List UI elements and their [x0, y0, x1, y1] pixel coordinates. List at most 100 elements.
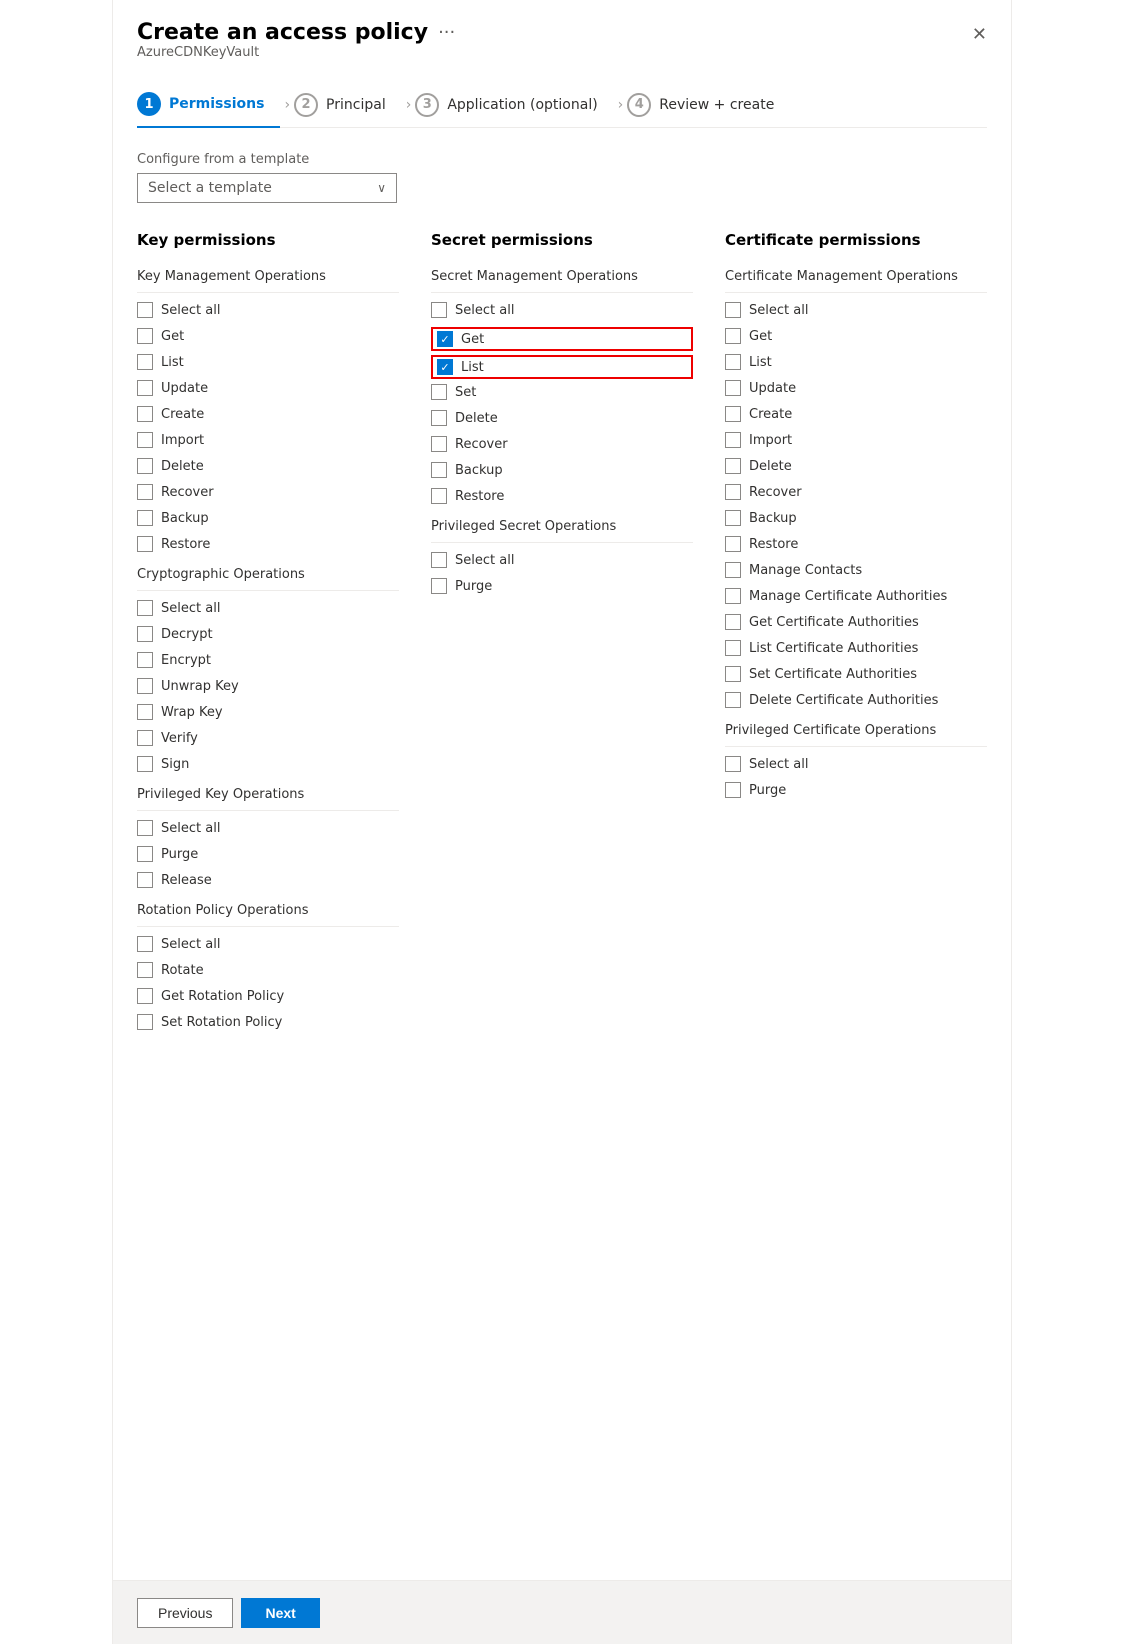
key-create-checkbox[interactable]: [137, 406, 153, 422]
crypto-encrypt-checkbox[interactable]: [137, 652, 153, 668]
key-list-checkbox[interactable]: [137, 354, 153, 370]
close-button[interactable]: ✕: [972, 24, 987, 45]
sec-delete-checkbox[interactable]: [431, 410, 447, 426]
step-principal[interactable]: 2 Principal: [294, 83, 402, 127]
cert-select-all-checkbox[interactable]: [725, 302, 741, 318]
sec-get-checkbox[interactable]: [437, 331, 453, 347]
cert-update-checkbox[interactable]: [725, 380, 741, 396]
priv-sec-purge-checkbox[interactable]: [431, 578, 447, 594]
priv-key-select-all-row: Select all: [137, 819, 399, 837]
rot-set-policy-row: Set Rotation Policy: [137, 1013, 399, 1031]
cert-get-ca-checkbox[interactable]: [725, 614, 741, 630]
cert-import-checkbox[interactable]: [725, 432, 741, 448]
priv-sec-select-all-row: Select all: [431, 551, 693, 569]
key-select-all-row: Select all: [137, 301, 399, 319]
key-restore-checkbox[interactable]: [137, 536, 153, 552]
priv-key-purge-label: Purge: [161, 847, 198, 862]
cert-list-ca-label: List Certificate Authorities: [749, 641, 918, 656]
crypto-decrypt-checkbox[interactable]: [137, 626, 153, 642]
step-application[interactable]: 3 Application (optional): [415, 83, 613, 127]
step-4-label: Review + create: [659, 97, 774, 113]
rot-select-all-checkbox[interactable]: [137, 936, 153, 952]
cert-list-ca-checkbox[interactable]: [725, 640, 741, 656]
step-permissions[interactable]: 1 Permissions: [137, 82, 280, 128]
sec-set-row: Set: [431, 383, 693, 401]
cert-create-checkbox[interactable]: [725, 406, 741, 422]
cert-manage-ca-checkbox[interactable]: [725, 588, 741, 604]
priv-sec-select-all-checkbox[interactable]: [431, 552, 447, 568]
priv-key-purge-checkbox[interactable]: [137, 846, 153, 862]
priv-key-release-checkbox[interactable]: [137, 872, 153, 888]
sec-restore-checkbox[interactable]: [431, 488, 447, 504]
cert-permissions-title: Certificate permissions: [725, 231, 987, 255]
cert-manage-contacts-checkbox[interactable]: [725, 562, 741, 578]
crypto-select-all-checkbox[interactable]: [137, 600, 153, 616]
template-dropdown[interactable]: Select a template ∨: [137, 173, 397, 203]
key-recover-checkbox[interactable]: [137, 484, 153, 500]
priv-sec-purge-row: Purge: [431, 577, 693, 595]
crypto-wrap-checkbox[interactable]: [137, 704, 153, 720]
step-review[interactable]: 4 Review + create: [627, 83, 790, 127]
cert-update-label: Update: [749, 381, 796, 396]
crypto-verify-checkbox[interactable]: [137, 730, 153, 746]
crypto-sign-label: Sign: [161, 757, 189, 772]
key-update-row: Update: [137, 379, 399, 397]
priv-cert-select-all-label: Select all: [749, 757, 808, 772]
sec-get-row: Get: [431, 327, 693, 351]
modal-dots-menu[interactable]: ···: [438, 22, 455, 43]
cert-import-row: Import: [725, 431, 987, 449]
crypto-decrypt-label: Decrypt: [161, 627, 213, 642]
sec-recover-checkbox[interactable]: [431, 436, 447, 452]
template-placeholder: Select a template: [148, 180, 272, 196]
priv-cert-purge-label: Purge: [749, 783, 786, 798]
previous-button[interactable]: Previous: [137, 1598, 233, 1628]
rot-set-policy-checkbox[interactable]: [137, 1014, 153, 1030]
crypto-sign-checkbox[interactable]: [137, 756, 153, 772]
sec-set-checkbox[interactable]: [431, 384, 447, 400]
key-backup-checkbox[interactable]: [137, 510, 153, 526]
key-import-checkbox[interactable]: [137, 432, 153, 448]
secret-permissions-title: Secret permissions: [431, 231, 693, 255]
secret-management-section-title: Secret Management Operations: [431, 269, 693, 284]
sec-delete-row: Delete: [431, 409, 693, 427]
key-delete-checkbox[interactable]: [137, 458, 153, 474]
priv-cert-purge-checkbox[interactable]: [725, 782, 741, 798]
cert-get-ca-row: Get Certificate Authorities: [725, 613, 987, 631]
cert-list-row: List: [725, 353, 987, 371]
sec-backup-checkbox[interactable]: [431, 462, 447, 478]
cert-recover-checkbox[interactable]: [725, 484, 741, 500]
cert-get-checkbox[interactable]: [725, 328, 741, 344]
wizard-steps: 1 Permissions › 2 Principal › 3 Applicat…: [137, 82, 987, 128]
cert-set-ca-checkbox[interactable]: [725, 666, 741, 682]
crypto-unwrap-checkbox[interactable]: [137, 678, 153, 694]
sec-restore-label: Restore: [455, 489, 504, 504]
rot-rotate-checkbox[interactable]: [137, 962, 153, 978]
step-2-label: Principal: [326, 97, 386, 113]
rot-get-policy-row: Get Rotation Policy: [137, 987, 399, 1005]
rot-rotate-row: Rotate: [137, 961, 399, 979]
rot-get-policy-checkbox[interactable]: [137, 988, 153, 1004]
key-recover-row: Recover: [137, 483, 399, 501]
key-delete-label: Delete: [161, 459, 204, 474]
step-2-circle: 2: [294, 93, 318, 117]
sec-list-checkbox[interactable]: [437, 359, 453, 375]
priv-cert-select-all-checkbox[interactable]: [725, 756, 741, 772]
cert-delete-ca-row: Delete Certificate Authorities: [725, 691, 987, 709]
priv-key-select-all-checkbox[interactable]: [137, 820, 153, 836]
key-update-checkbox[interactable]: [137, 380, 153, 396]
cert-list-checkbox[interactable]: [725, 354, 741, 370]
key-restore-row: Restore: [137, 535, 399, 553]
crypto-decrypt-row: Decrypt: [137, 625, 399, 643]
cert-backup-checkbox[interactable]: [725, 510, 741, 526]
next-button[interactable]: Next: [241, 1598, 319, 1628]
key-select-all-checkbox[interactable]: [137, 302, 153, 318]
cert-delete-ca-label: Delete Certificate Authorities: [749, 693, 938, 708]
key-get-row: Get: [137, 327, 399, 345]
sec-select-all-row: Select all: [431, 301, 693, 319]
cert-restore-checkbox[interactable]: [725, 536, 741, 552]
key-get-checkbox[interactable]: [137, 328, 153, 344]
sec-select-all-checkbox[interactable]: [431, 302, 447, 318]
cert-list-label: List: [749, 355, 772, 370]
cert-delete-ca-checkbox[interactable]: [725, 692, 741, 708]
cert-delete-checkbox[interactable]: [725, 458, 741, 474]
